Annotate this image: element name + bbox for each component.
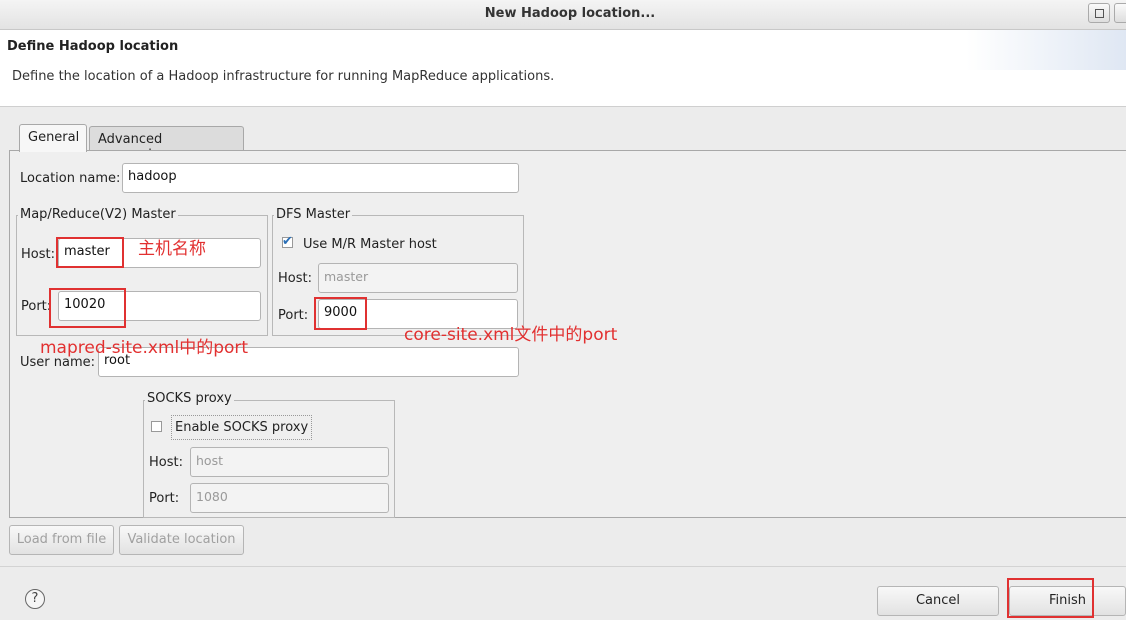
location-name-label: Location name: xyxy=(20,171,121,186)
core-port-annotation: core-site.xml文件中的port xyxy=(404,325,618,345)
page-title: Define Hadoop location xyxy=(7,39,179,54)
socks-port-input[interactable]: 1080 xyxy=(190,483,389,513)
dfs-host-input[interactable]: master xyxy=(318,263,518,293)
dfs-host-label: Host: xyxy=(278,271,312,286)
host-highlight-box xyxy=(56,237,124,268)
socks-host-input[interactable]: host xyxy=(190,447,389,477)
mr-host-label: Host: xyxy=(21,247,55,262)
location-name-input[interactable]: hadoop xyxy=(122,163,519,193)
close-button[interactable] xyxy=(1114,3,1126,23)
mapreduce-master-title: Map/Reduce(V2) Master xyxy=(18,207,178,222)
mr-port-highlight-box xyxy=(49,288,126,328)
tab-advanced-parameters[interactable]: Advanced parameters xyxy=(89,126,244,162)
cancel-button[interactable]: Cancel xyxy=(877,586,999,616)
use-mr-host-label: Use M/R Master host xyxy=(303,237,437,252)
dfs-port-highlight-box xyxy=(314,297,367,330)
page-description: Define the location of a Hadoop infrastr… xyxy=(12,69,555,84)
mapred-port-annotation: mapred-site.xml中的port xyxy=(40,338,249,358)
enable-socks-label[interactable]: Enable SOCKS proxy xyxy=(171,415,313,440)
dfs-master-title: DFS Master xyxy=(274,207,353,222)
finish-highlight-box xyxy=(1007,578,1094,618)
tab-general[interactable]: General xyxy=(19,124,87,152)
host-annotation: 主机名称 xyxy=(138,239,206,259)
window-title: New Hadoop location... xyxy=(484,6,656,21)
maximize-button[interactable] xyxy=(1088,3,1110,23)
dfs-port-label: Port: xyxy=(278,308,309,323)
footer-divider xyxy=(0,566,1126,567)
socks-proxy-title: SOCKS proxy xyxy=(145,391,234,406)
enable-socks-checkbox[interactable] xyxy=(151,421,162,432)
load-from-file-button[interactable]: Load from file xyxy=(9,525,114,555)
help-icon[interactable]: ? xyxy=(25,589,45,609)
socks-host-label: Host: xyxy=(149,455,183,470)
validate-location-button[interactable]: Validate location xyxy=(119,525,244,555)
checkmark-icon: ✔ xyxy=(282,234,293,249)
header-banner: Define Hadoop location Define the locati… xyxy=(0,30,1126,107)
banner-decoration xyxy=(966,30,1126,70)
mr-port-label: Port: xyxy=(21,299,52,314)
socks-port-label: Port: xyxy=(149,491,180,506)
